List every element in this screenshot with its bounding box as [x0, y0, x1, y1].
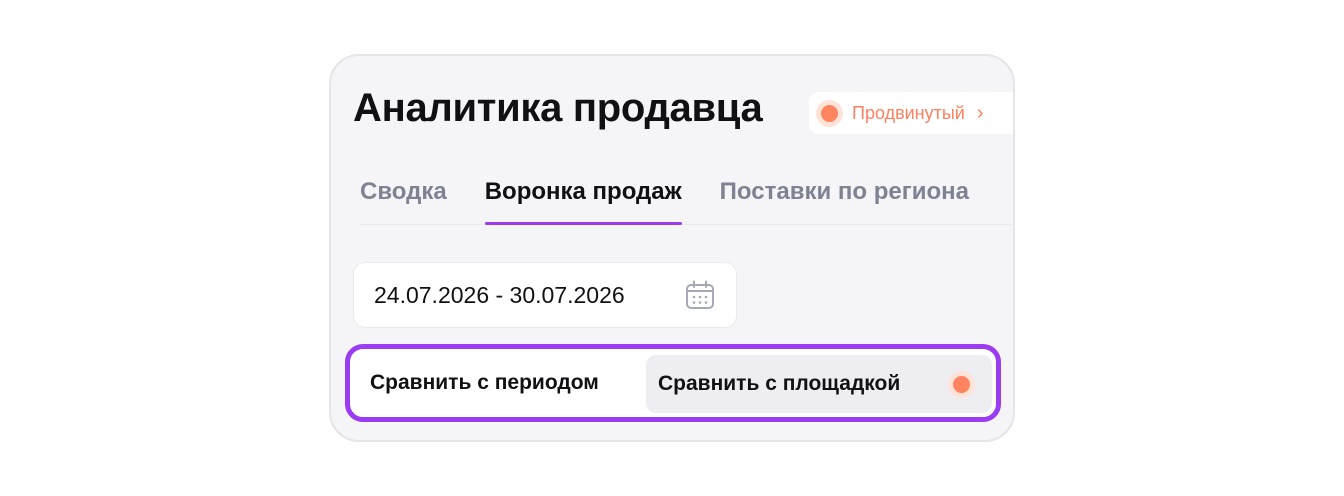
compare-toggle-group: Сравнить с периодом Сравнить с площадкой [345, 344, 1001, 422]
chevron-right-icon: › [976, 101, 984, 124]
tab-sales-funnel[interactable]: Воронка продаж [484, 172, 682, 225]
compare-with-platform-label: Сравнить с площадкой [658, 372, 901, 395]
calendar-icon[interactable] [684, 279, 716, 311]
status-dot-icon [821, 104, 838, 122]
plan-badge-label: Продвинутый [852, 102, 965, 123]
date-range-picker[interactable]: 24.07.2026 - 30.07.2026 [353, 262, 737, 328]
plan-badge[interactable]: Продвинутый › [809, 92, 1013, 134]
compare-with-period-button[interactable]: Сравнить с периодом [370, 371, 599, 395]
page-title: Аналитика продавца [353, 86, 763, 130]
date-range-value: 24.07.2026 - 30.07.2026 [374, 281, 625, 308]
tab-bar: Сводка Воронка продаж Поставки по регион… [360, 172, 1013, 225]
compare-with-platform-button[interactable]: Сравнить с площадкой [646, 355, 992, 413]
new-feature-dot-icon [953, 376, 970, 393]
tab-regional-supplies[interactable]: Поставки по региона [720, 172, 969, 224]
tab-summary[interactable]: Сводка [360, 172, 447, 224]
